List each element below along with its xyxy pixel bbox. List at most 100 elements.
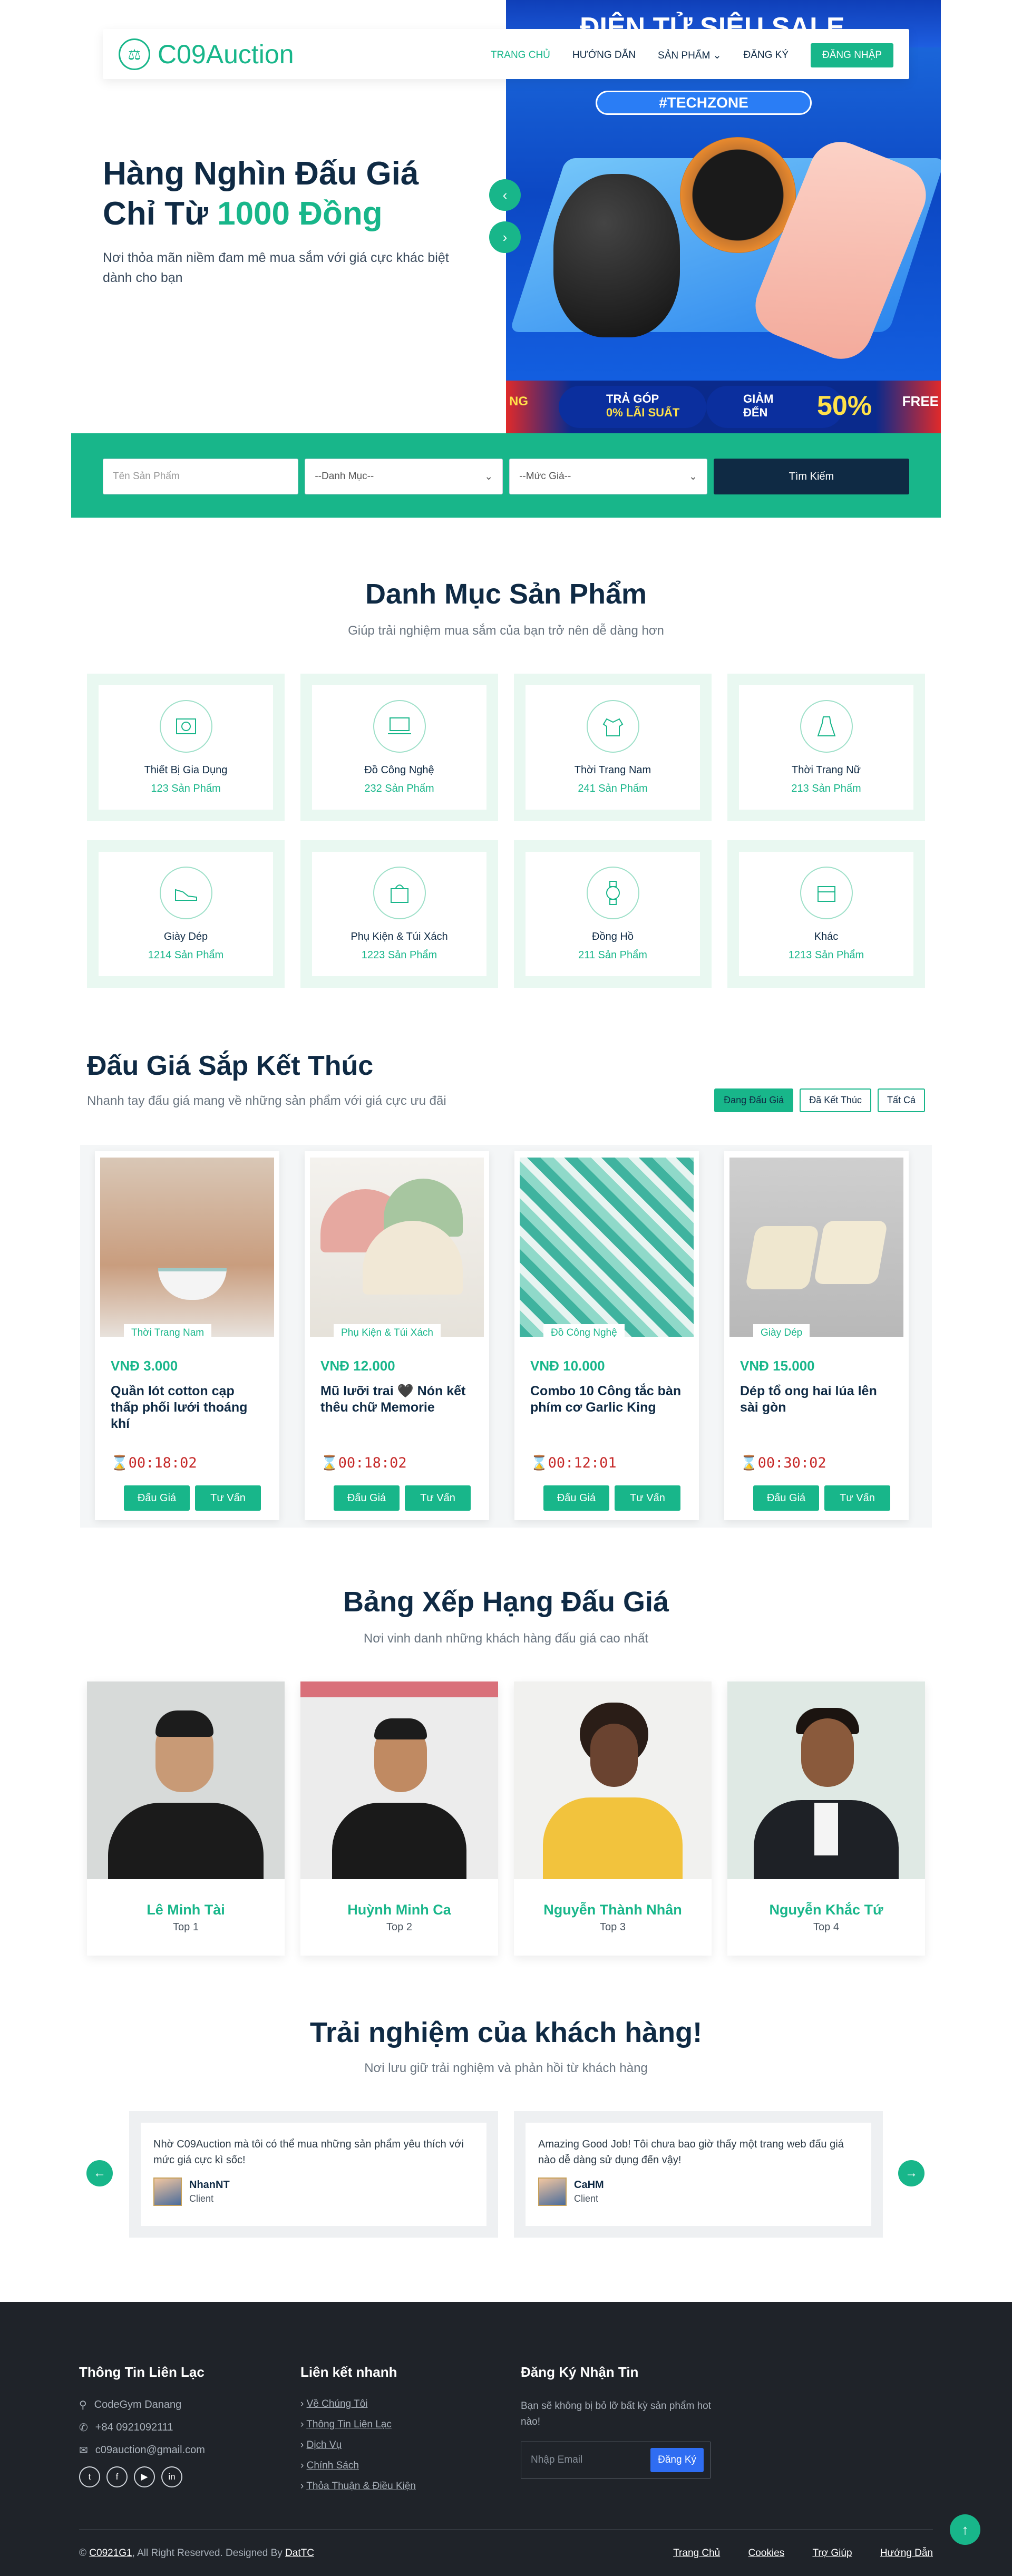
testimonial-next-button[interactable]: → xyxy=(898,2160,925,2186)
copyright-designer-link[interactable]: DatTC xyxy=(285,2548,314,2559)
footer-bottom-guide[interactable]: Hướng Dẫn xyxy=(880,2548,933,2559)
category-card[interactable]: Đồng Hồ 211 Sản Phẩm xyxy=(514,840,712,988)
tab-ongoing[interactable]: Đang Đấu Giá xyxy=(714,1088,794,1112)
product-name[interactable]: Quần lót cotton cạp thấp phối lưới thoán… xyxy=(111,1383,264,1432)
auction-subtitle: Nhanh tay đấu giá mang về những sản phẩm… xyxy=(87,1094,446,1108)
category-card-inner: Thiết Bị Gia Dụng 123 Sản Phẩm xyxy=(99,685,273,810)
footer-link-services[interactable]: Dịch Vụ xyxy=(307,2439,342,2451)
product-name-input[interactable]: Tên Sản Phẩm xyxy=(103,459,299,494)
product-name[interactable]: Combo 10 Công tắc bàn phím cơ Garlic Kin… xyxy=(530,1383,683,1416)
testimonial-prev-button[interactable]: ← xyxy=(86,2160,113,2186)
bid-button[interactable]: Đấu Giá xyxy=(753,1485,819,1511)
category-card[interactable]: Giày Dép 1214 Sản Phẩm xyxy=(87,840,285,988)
product-card[interactable]: Đồ Công Nghệ VNĐ 10.000 Combo 10 Công tắ… xyxy=(514,1151,699,1520)
footer-bottom-cookies[interactable]: Cookies xyxy=(748,2548,785,2559)
product-image-detail xyxy=(158,1268,227,1300)
product-category: Thời Trang Nam xyxy=(124,1324,212,1342)
login-button[interactable]: ĐĂNG NHẬP xyxy=(811,43,893,67)
nav-item-home[interactable]: TRANG CHỦ xyxy=(491,50,550,61)
ranking-card[interactable]: Huỳnh Minh Ca Top 2 xyxy=(300,1681,498,1956)
consult-button[interactable]: Tư Vấn xyxy=(824,1485,890,1511)
bid-button[interactable]: Đấu Giá xyxy=(543,1485,609,1511)
page: ĐIỆN TỬ SIÊU SALE #TECHZONE NG TRẢ GÓP 0… xyxy=(0,0,1012,2576)
category-card[interactable]: Đồ Công Nghệ 232 Sản Phẩm xyxy=(300,674,498,821)
ranking-card[interactable]: Nguyễn Thành Nhân Top 3 xyxy=(514,1681,712,1956)
category-card[interactable]: Thời Trang Nữ 213 Sản Phẩm xyxy=(727,674,925,821)
countdown-value: 00:30:02 xyxy=(757,1455,826,1471)
footer-link-about[interactable]: Về Chúng Tôi xyxy=(307,2398,368,2409)
newsletter-email-input[interactable]: Nhập Email xyxy=(531,2454,582,2466)
copyright: © C0921G1, All Right Reserved. Designed … xyxy=(79,2548,314,2559)
nav-item-products[interactable]: SẢN PHẨM ⌄ xyxy=(658,50,721,62)
category-select[interactable]: --Danh Mục-- ⌄ xyxy=(305,459,503,494)
other-icon xyxy=(800,867,853,919)
consult-button[interactable]: Tư Vấn xyxy=(615,1485,680,1511)
testimonial-card-inner: Amazing Good Job! Tôi chưa bao giờ thấy … xyxy=(526,2123,871,2226)
footer-bottom-home[interactable]: Trang Chủ xyxy=(673,2548,720,2559)
footer-link-row: › Dịch Vụ xyxy=(300,2439,416,2451)
footer-link-policy[interactable]: Chính Sách xyxy=(307,2460,359,2471)
nav-item-guide[interactable]: HƯỚNG DẪN xyxy=(572,50,636,61)
product-card[interactable]: Thời Trang Nam VNĐ 3.000 Quần lót cotton… xyxy=(95,1151,279,1520)
promo-installment-line2: 0% LÃI SUẤT xyxy=(606,406,680,419)
category-card[interactable]: Thời Trang Nam 241 Sản Phẩm xyxy=(514,674,712,821)
logo-text: C09Auction xyxy=(158,40,294,69)
footer-contact: Thông Tin Liên Lạc ⚲ CodeGym Danang ✆ +84 … xyxy=(79,2364,205,2487)
avatar-detail xyxy=(374,1718,427,1739)
logo[interactable]: ⚖ C09Auction xyxy=(119,38,294,70)
ranking-card[interactable]: Nguyễn Khắc Tứ Top 4 xyxy=(727,1681,925,1956)
linkedin-icon[interactable]: in xyxy=(161,2466,182,2487)
arrow-left-icon: ← xyxy=(93,2166,106,2180)
footer-link-terms[interactable]: Thỏa Thuận & Điều Kiện xyxy=(306,2481,416,2492)
category-card[interactable]: Khác 1213 Sản Phẩm xyxy=(727,840,925,988)
mouse-image xyxy=(553,174,680,337)
newsletter-subscribe-button[interactable]: Đăng Ký xyxy=(650,2448,704,2472)
ranking-card[interactable]: Lê Minh Tài Top 1 xyxy=(87,1681,285,1956)
footer-newsletter-text: Bạn sẽ không bị bỏ lỡ bất kỳ sản phẩm ho… xyxy=(521,2400,712,2427)
footer-bottom-help[interactable]: Trợ Giúp xyxy=(812,2548,852,2559)
promo-discount-value: 50% xyxy=(817,391,872,421)
price-select[interactable]: --Mức Giá-- ⌄ xyxy=(509,459,707,494)
facebook-icon[interactable]: f xyxy=(106,2466,128,2487)
product-name[interactable]: Mũ lưỡi trai 🖤 Nón kết thêu chữ Memorie xyxy=(320,1383,473,1416)
avatar-detail xyxy=(300,1681,498,1697)
product-name[interactable]: Dép tổ ong hai lúa lên sài gòn xyxy=(740,1383,893,1416)
ranking-rank: Top 1 xyxy=(173,1921,199,1933)
category-card[interactable]: Thiết Bị Gia Dụng 123 Sản Phẩm xyxy=(87,674,285,821)
back-to-top-button[interactable]: ↑ xyxy=(950,2514,980,2545)
footer-link-row: › Chính Sách xyxy=(300,2460,416,2472)
tab-ended[interactable]: Đã Kết Thúc xyxy=(800,1088,871,1112)
banner-tag: #TECHZONE xyxy=(596,91,812,115)
testimonial-name: NhanNT xyxy=(189,2179,230,2191)
ranking-rank: Top 4 xyxy=(813,1921,839,1933)
hero-title-line2-prefix: Chỉ Từ xyxy=(103,196,218,232)
consult-button[interactable]: Tư Vấn xyxy=(195,1485,261,1511)
chevron-right-icon: › xyxy=(300,2398,307,2409)
carousel-prev-button[interactable]: ‹ xyxy=(489,179,521,211)
category-count: 211 Sản Phẩm xyxy=(578,949,647,961)
footer-phone-text: +84 0921092111 xyxy=(95,2422,173,2433)
avatar xyxy=(538,2178,567,2206)
testimonial-name: CaHM xyxy=(574,2179,604,2191)
hourglass-icon: ⌛ xyxy=(111,1455,129,1471)
youtube-icon[interactable]: ▶ xyxy=(134,2466,155,2487)
testimonial-user: CaHM Client xyxy=(538,2178,859,2206)
ranking-name: Nguyễn Khắc Tứ xyxy=(769,1902,883,1918)
bid-button[interactable]: Đấu Giá xyxy=(124,1485,190,1511)
mail-icon: ✉ xyxy=(79,2445,88,2456)
nav-item-register[interactable]: ĐĂNG KÝ xyxy=(744,50,789,61)
consult-button[interactable]: Tư Vấn xyxy=(405,1485,471,1511)
product-card[interactable]: Giày Dép VNĐ 15.000 Dép tổ ong hai lúa l… xyxy=(724,1151,909,1520)
footer-link-contact[interactable]: Thông Tin Liên Lạc xyxy=(306,2419,392,2430)
tab-all[interactable]: Tất Cả xyxy=(877,1088,925,1112)
search-button[interactable]: Tìm Kiếm xyxy=(713,459,909,494)
ranking-name: Lê Minh Tài xyxy=(147,1902,225,1918)
category-count: 213 Sản Phẩm xyxy=(791,783,861,794)
bid-button[interactable]: Đấu Giá xyxy=(334,1485,400,1511)
twitter-icon[interactable]: t xyxy=(79,2466,100,2487)
product-card[interactable]: Phụ Kiện & Túi Xách VNĐ 12.000 Mũ lưỡi t… xyxy=(305,1151,489,1520)
category-card[interactable]: Phụ Kiện & Túi Xách 1223 Sản Phẩm xyxy=(300,840,498,988)
carousel-next-button[interactable]: › xyxy=(489,221,521,253)
countdown-value: 00:18:02 xyxy=(128,1455,197,1471)
copyright-brand-link[interactable]: C0921G1 xyxy=(89,2548,132,2559)
